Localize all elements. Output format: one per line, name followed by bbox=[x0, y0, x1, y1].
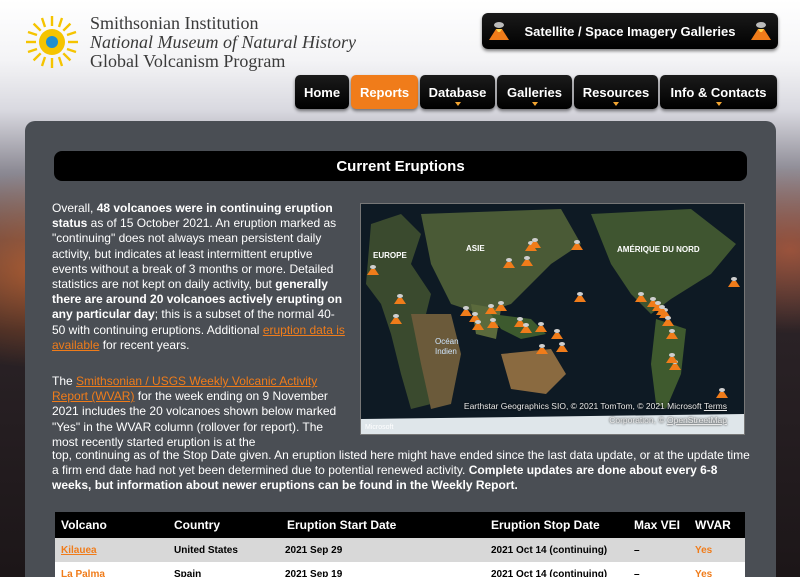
header-country[interactable]: Country bbox=[174, 518, 285, 532]
nav-info-contacts[interactable]: Info & Contacts bbox=[660, 75, 777, 109]
nav-info-contacts-label: Info & Contacts bbox=[670, 84, 767, 100]
nav-galleries-label: Galleries bbox=[507, 84, 562, 100]
nav-reports-label: Reports bbox=[359, 84, 410, 100]
logo-line-institution: Smithsonian Institution bbox=[90, 13, 259, 33]
volcano-icon bbox=[489, 22, 509, 40]
header-max-vei[interactable]: Max VEI bbox=[634, 518, 695, 532]
volcano-icon bbox=[751, 22, 771, 40]
volcano-marker-icon[interactable] bbox=[666, 329, 678, 339]
map-label-asia: ASIE bbox=[466, 244, 485, 253]
cell-max-vei: – bbox=[634, 568, 640, 577]
map-label-north-america: AMÉRIQUE DU NORD bbox=[617, 245, 700, 254]
volcano-marker-icon[interactable] bbox=[390, 314, 402, 324]
cell-max-vei: – bbox=[634, 544, 640, 556]
logo-line-museum: National Museum of Natural History bbox=[90, 32, 357, 52]
nav-home-label: Home bbox=[303, 84, 341, 100]
volcano-marker-icon[interactable] bbox=[367, 265, 379, 275]
volcano-marker-icon[interactable] bbox=[503, 258, 515, 268]
intro-paragraph: Overall, 48 volcanoes were in continuing… bbox=[52, 201, 348, 353]
volcano-marker-icon[interactable] bbox=[394, 294, 406, 304]
table-row: La Palma Spain 2021 Sep 19 2021 Oct 14 (… bbox=[55, 562, 745, 577]
cell-wvar[interactable]: Yes bbox=[695, 569, 745, 577]
map-attribution-text: Earthstar Geographics SIO, © 2021 TomTom… bbox=[463, 401, 702, 411]
logo-line-program: Global Volcanism Program bbox=[90, 51, 286, 71]
table-row: Kilauea United States 2021 Sep 29 2021 O… bbox=[55, 538, 745, 562]
volcano-marker-icon[interactable] bbox=[666, 353, 678, 363]
table-header: Volcano Country Eruption Start Date Erup… bbox=[55, 512, 745, 538]
page-title: Current Eruptions bbox=[54, 151, 747, 181]
header-wvar[interactable]: WVAR bbox=[695, 518, 745, 532]
volcano-marker-icon[interactable] bbox=[520, 323, 532, 333]
nav-database[interactable]: Database bbox=[420, 75, 495, 109]
header-stop-date[interactable]: Eruption Stop Date bbox=[491, 518, 634, 532]
volcano-marker-icon[interactable] bbox=[551, 329, 563, 339]
volcano-marker-icon[interactable] bbox=[728, 277, 740, 287]
volcano-marker-icon[interactable] bbox=[571, 240, 583, 250]
cell-country: Spain bbox=[174, 568, 202, 577]
update-note-paragraph: top, continuing as of the Stop Date give… bbox=[52, 448, 752, 494]
volcano-marker-icon[interactable] bbox=[495, 301, 507, 311]
nav-reports[interactable]: Reports bbox=[351, 75, 418, 109]
cell-start-date: 2021 Sep 19 bbox=[285, 568, 343, 577]
wvar-text: The bbox=[52, 374, 77, 388]
nav-resources-label: Resources bbox=[582, 84, 650, 100]
volcano-marker-icon[interactable] bbox=[487, 318, 499, 328]
header-start-date[interactable]: Eruption Start Date bbox=[285, 518, 491, 532]
site-logo[interactable]: Smithsonian Institution National Museum … bbox=[24, 14, 356, 71]
dropdown-caret-icon bbox=[715, 102, 722, 106]
dropdown-caret-icon bbox=[613, 102, 619, 106]
volcano-marker-icon[interactable] bbox=[574, 292, 586, 302]
intro-text: for recent years. bbox=[99, 337, 190, 352]
nav-galleries[interactable]: Galleries bbox=[497, 75, 572, 109]
cell-country: United States bbox=[174, 544, 238, 556]
cell-start-date: 2021 Sep 29 bbox=[285, 544, 343, 556]
cell-stop-date: 2021 Oct 14 (continuing) bbox=[491, 568, 608, 577]
volcano-marker-icon[interactable] bbox=[635, 292, 647, 302]
volcano-marker-icon[interactable] bbox=[529, 238, 541, 248]
volcano-link[interactable]: La Palma bbox=[61, 569, 105, 577]
volcano-link[interactable]: Kilauea bbox=[61, 545, 97, 556]
satellite-imagery-label: Satellite / Space Imagery Galleries bbox=[524, 23, 736, 39]
map-label-ocean: Océan bbox=[435, 337, 459, 346]
header-volcano[interactable]: Volcano bbox=[55, 518, 174, 532]
map-label-ocean-indian: Indien bbox=[435, 347, 457, 356]
nav-database-label: Database bbox=[428, 84, 487, 100]
smithsonian-sun-icon bbox=[26, 16, 78, 68]
openstreetmap-link[interactable]: OpenStreetMap bbox=[667, 415, 727, 425]
page-title-text: Current Eruptions bbox=[336, 157, 465, 175]
intro-text: Overall, bbox=[52, 201, 97, 215]
nav-resources[interactable]: Resources bbox=[574, 75, 658, 109]
volcano-marker-icon[interactable] bbox=[716, 388, 728, 398]
eruptions-table: Volcano Country Eruption Start Date Erup… bbox=[55, 512, 745, 577]
volcano-marker-icon[interactable] bbox=[521, 256, 533, 266]
main-nav: Home Reports Database Galleries Resource… bbox=[295, 75, 777, 109]
map-attribution-text: Corporation, © bbox=[609, 415, 667, 425]
wvar-paragraph: The Smithsonian / USGS Weekly Volcanic A… bbox=[52, 374, 348, 450]
volcano-marker-icon[interactable] bbox=[535, 322, 547, 332]
satellite-imagery-button[interactable]: Satellite / Space Imagery Galleries bbox=[482, 13, 778, 49]
cell-wvar[interactable]: Yes bbox=[695, 545, 745, 556]
cell-stop-date: 2021 Oct 14 (continuing) bbox=[491, 544, 608, 556]
map-terms-link[interactable]: Terms bbox=[704, 401, 727, 411]
dropdown-caret-icon bbox=[531, 102, 538, 106]
map-attribution: Earthstar Geographics SIO, © 2021 TomTom… bbox=[361, 399, 727, 427]
volcano-marker-icon[interactable] bbox=[656, 305, 668, 315]
volcano-marker-icon[interactable] bbox=[472, 320, 484, 330]
volcano-marker-icon[interactable] bbox=[536, 344, 548, 354]
nav-home[interactable]: Home bbox=[295, 75, 349, 109]
volcano-marker-icon[interactable] bbox=[662, 316, 674, 326]
volcano-marker-icon[interactable] bbox=[556, 342, 568, 352]
dropdown-caret-icon bbox=[454, 102, 461, 106]
map-label-europe: EUROPE bbox=[373, 251, 407, 260]
